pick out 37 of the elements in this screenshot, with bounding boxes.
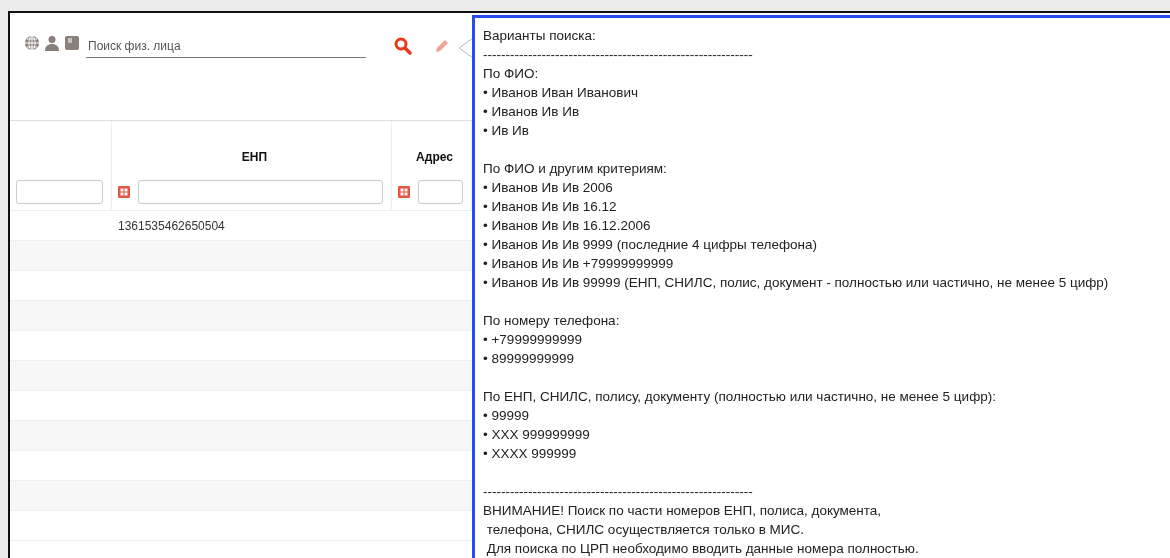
help-text: По ФИО:	[483, 65, 540, 83]
help-text: • 99999	[483, 407, 531, 425]
help-text: • 89999999999	[483, 350, 576, 368]
column-header: Адрес	[415, 149, 454, 166]
help-text: • Иванов Ив Ив +79999999999	[483, 255, 675, 273]
help-text: телефона, СНИЛС осуществляется только в МИС.	[485, 521, 806, 539]
pencil-icon[interactable]	[434, 38, 450, 54]
help-text: ------------------------------------------------------------	[483, 46, 754, 64]
table-cell-text: 1361535462650504	[117, 217, 226, 235]
filter-field[interactable]	[16, 180, 103, 204]
help-text: Варианты поиска:	[483, 27, 597, 45]
help-text: ВНИМАНИЕ! Поиск по части номеров ЕНП, полиса, документа,	[483, 502, 883, 520]
help-text: • Иванов Ив Ив 99999 (ЕНП, СНИЛС, полис, документ - полностью или частично, не менее 5 цифр)	[483, 274, 1110, 292]
filter-field[interactable]	[138, 180, 383, 204]
search-icon[interactable]	[394, 37, 412, 55]
help-text: Для поиска по ЦРП необходимо вводить данные номера полностью.	[485, 540, 920, 558]
filter-icon[interactable]	[398, 186, 410, 198]
help-text: • +79999999999	[483, 331, 583, 349]
help-text: • Иванов Ив Ив 9999 (последние 4 цифры телефона)	[483, 236, 819, 254]
help-text: ------------------------------------------------------------	[483, 483, 754, 501]
filter-field[interactable]	[418, 180, 463, 204]
help-text: По ЕНП, СНИЛС, полису, документу (полностью или частично, не менее 5 цифр):	[483, 388, 997, 406]
help-text: • Ив Ив	[483, 122, 530, 140]
filter-icon[interactable]	[118, 186, 130, 198]
help-text: • Иванов Ив Ив 16.12	[483, 198, 618, 216]
help-text: • Иванов Ив Ив 16.12.2006	[483, 217, 652, 235]
help-text: По номеру телефона:	[483, 312, 621, 330]
help-text: По ФИО и другим критериям:	[483, 160, 668, 178]
help-text: • Иванов Иван Иванович	[483, 84, 639, 102]
help-text: • Иванов Ив Ив	[483, 103, 581, 121]
card-icon[interactable]	[64, 35, 80, 51]
help-text: • XXXX 999999	[483, 445, 578, 463]
help-text: • XXX 999999999	[483, 426, 591, 444]
person-icon[interactable]	[44, 35, 60, 51]
help-text: • Иванов Ив Ив 2006	[483, 179, 614, 197]
column-header: ЕНП	[240, 149, 269, 166]
globe-icon[interactable]	[24, 35, 40, 51]
